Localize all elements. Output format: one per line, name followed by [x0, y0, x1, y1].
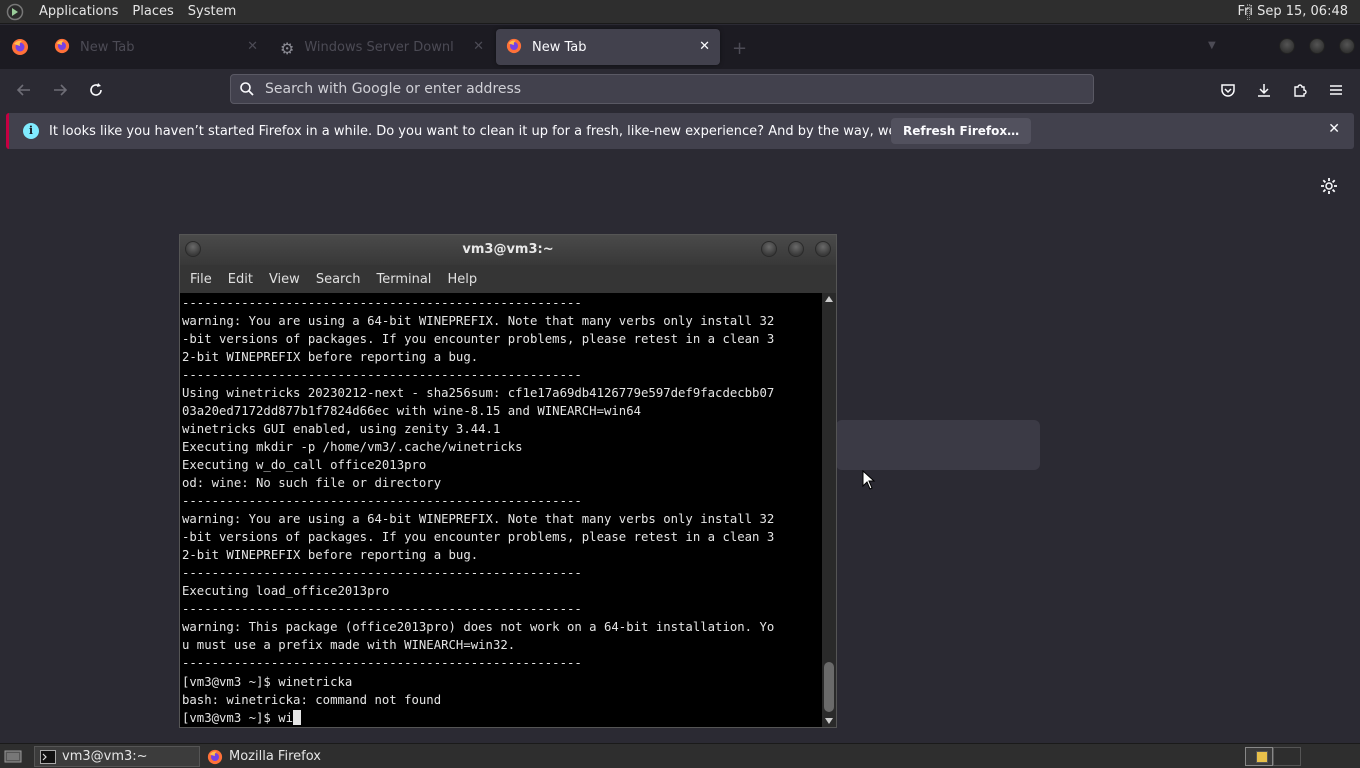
top-panel: Applications Places System Fri Sep 15, 0…	[0, 0, 1360, 24]
workspace-window-thumb	[1256, 751, 1268, 763]
tab-new-tab-active[interactable]: New Tab ✕	[496, 29, 720, 65]
terminal-line: -bit versions of packages. If you encoun…	[182, 332, 775, 346]
terminal-line: bash: winetricka: command not found	[182, 693, 442, 707]
menu-edit[interactable]: Edit	[228, 272, 253, 287]
notification-message: It looks like you haven’t started Firefo…	[49, 123, 977, 139]
list-all-tabs-icon[interactable]: ▼	[1208, 40, 1216, 51]
menu-help[interactable]: Help	[447, 272, 477, 287]
tab-title: Windows Server Downloa	[304, 39, 455, 55]
tab-title: New Tab	[80, 39, 135, 55]
workspace-1[interactable]	[1245, 747, 1273, 766]
tab-title: New Tab	[532, 39, 587, 55]
terminal-line: [vm3@vm3 ~]$ winetricka	[182, 675, 353, 689]
hamburger-menu-icon[interactable]	[1327, 81, 1345, 99]
menu-file[interactable]: File	[190, 272, 212, 287]
menu-terminal[interactable]: Terminal	[376, 272, 431, 287]
new-tab-plus-icon[interactable]: +	[732, 38, 747, 59]
tab-close-icon[interactable]: ✕	[699, 39, 710, 54]
terminal-line: ----------------------------------------…	[182, 566, 582, 580]
reload-icon[interactable]	[87, 81, 105, 99]
firefox-icon	[207, 749, 223, 765]
terminal-line: ----------------------------------------…	[182, 494, 582, 508]
workspace-2[interactable]	[1273, 747, 1301, 766]
terminal-icon	[40, 749, 56, 764]
terminal-line: u must use a prefix made with WINEARCH=w…	[182, 638, 516, 652]
terminal-close-button[interactable]	[815, 241, 831, 257]
terminal-line: Executing mkdir -p /home/vm3/.cache/wine…	[182, 440, 523, 454]
terminal-titlebar[interactable]: vm3@vm3:~	[180, 235, 836, 265]
terminal-line: warning: You are using a 64-bit WINEPREF…	[182, 314, 775, 328]
show-desktop-icon[interactable]	[4, 748, 22, 764]
pocket-icon[interactable]	[1219, 81, 1237, 99]
taskbar-label: vm3@vm3:~	[62, 749, 148, 764]
terminal-menubar: File Edit View Search Terminal Help	[180, 265, 836, 293]
terminal-line: 03a20ed7172dd877b1f7824d66ec with wine-8…	[182, 404, 642, 418]
text-cursor	[293, 710, 302, 725]
taskbar-terminal[interactable]: vm3@vm3:~	[34, 746, 200, 767]
taskbar-firefox[interactable]: Mozilla Firefox	[204, 746, 404, 767]
terminal-line: Using winetricks 20230212-next - sha256s…	[182, 386, 775, 400]
refresh-firefox-button[interactable]: Refresh Firefox…	[891, 118, 1032, 144]
gear-icon: ⚙	[280, 38, 295, 58]
search-icon	[239, 81, 255, 97]
terminal-line: winetricks GUI enabled, using zenity 3.4…	[182, 422, 501, 436]
tab-new-tab-1[interactable]: New Tab ✕	[44, 29, 268, 65]
terminal-line: warning: You are using a 64-bit WINEPREF…	[182, 512, 775, 526]
downloads-icon[interactable]	[1255, 81, 1273, 99]
terminal-minimize-button[interactable]	[761, 241, 777, 257]
terminal-line: od: wine: No such file or directory	[182, 476, 442, 490]
scroll-up-arrow-icon[interactable]	[825, 296, 833, 302]
gnome-logo-icon[interactable]	[6, 3, 28, 21]
maximize-button[interactable]	[1309, 38, 1325, 54]
taskbar-label: Mozilla Firefox	[229, 749, 321, 764]
forward-arrow-icon[interactable]	[51, 81, 69, 99]
terminal-line: Executing load_office2013pro	[182, 584, 390, 598]
firefox-icon	[54, 38, 70, 58]
minimize-button[interactable]	[1279, 38, 1295, 54]
terminal-maximize-button[interactable]	[788, 241, 804, 257]
extensions-icon[interactable]	[1291, 81, 1309, 99]
close-notification-icon[interactable]: ✕	[1328, 121, 1340, 137]
terminal-line: ----------------------------------------…	[182, 656, 582, 670]
prompt-text: [vm3@vm3 ~]$ wi	[182, 711, 294, 725]
terminal-line: ----------------------------------------…	[182, 368, 582, 382]
system-menu[interactable]: System	[181, 0, 243, 24]
newtab-search-box[interactable]	[836, 420, 1040, 470]
tab-windows-server[interactable]: ⚙ Windows Server Downloa ✕	[270, 29, 494, 65]
address-placeholder: Search with Google or enter address	[265, 81, 522, 97]
panel-clock[interactable]: Fri Sep 15, 06:48	[1237, 0, 1348, 24]
info-icon: i	[23, 123, 39, 139]
terminal-line: 2-bit WINEPREFIX before reporting a bug.	[182, 350, 479, 364]
terminal-line: warning: This package (office2013pro) do…	[182, 620, 775, 634]
bottom-panel: vm3@vm3:~ Mozilla Firefox	[0, 743, 1360, 768]
terminal-line: Executing w_do_call office2013pro	[182, 458, 427, 472]
mouse-pointer-icon	[862, 469, 876, 494]
menu-view[interactable]: View	[269, 272, 300, 287]
terminal-title: vm3@vm3:~	[462, 242, 554, 257]
firefox-view-icon[interactable]	[11, 38, 29, 60]
close-window-button[interactable]	[1339, 38, 1355, 54]
terminal-line: ----------------------------------------…	[182, 296, 582, 310]
terminal-line: 2-bit WINEPREFIX before reporting a bug.	[182, 548, 479, 562]
terminal-output[interactable]: ----------------------------------------…	[180, 293, 822, 727]
terminal-window[interactable]: vm3@vm3:~ File Edit View Search Terminal…	[179, 234, 837, 728]
refresh-firefox-notification: i It looks like you haven’t started Fire…	[6, 113, 1354, 149]
menu-search[interactable]: Search	[316, 272, 361, 287]
terminal-line: ----------------------------------------…	[182, 602, 582, 616]
page-settings-gear-icon[interactable]	[1319, 176, 1339, 200]
address-bar[interactable]: Search with Google or enter address	[230, 74, 1094, 104]
scroll-down-arrow-icon[interactable]	[825, 718, 833, 724]
places-menu[interactable]: Places	[125, 0, 180, 24]
firefox-icon	[506, 38, 522, 58]
terminal-line: -bit versions of packages. If you encoun…	[182, 530, 775, 544]
terminal-scrollbar[interactable]	[822, 293, 836, 727]
applications-menu[interactable]: Applications	[32, 0, 125, 24]
tab-close-icon[interactable]: ✕	[473, 39, 484, 54]
back-arrow-icon[interactable]	[15, 81, 33, 99]
tab-close-icon[interactable]: ✕	[247, 39, 258, 54]
terminal-prompt-line[interactable]: [vm3@vm3 ~]$ wi	[182, 709, 822, 727]
scrollbar-thumb[interactable]	[824, 662, 834, 712]
